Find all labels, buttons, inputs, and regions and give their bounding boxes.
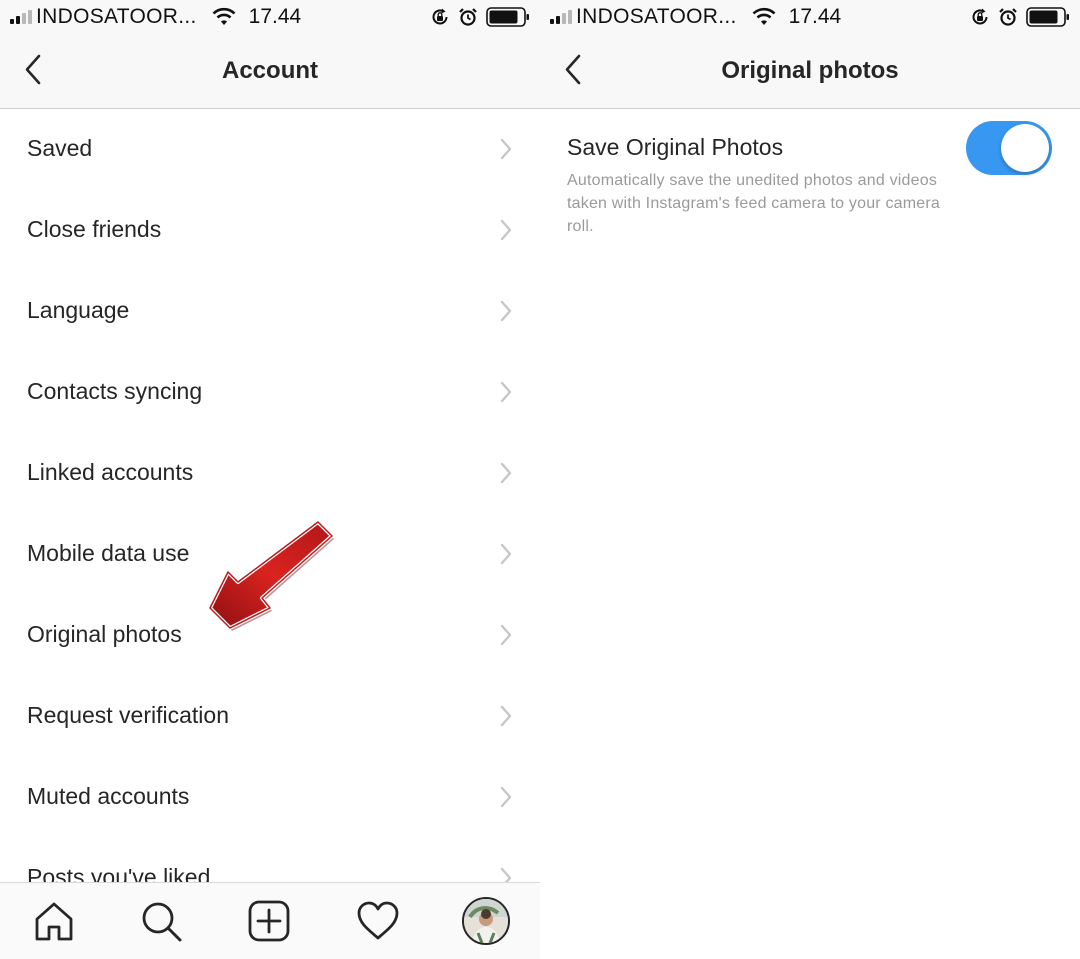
carrier-name: INDOSATOOR... bbox=[576, 5, 737, 28]
account-menu-list: Saved Close friends Language Contacts sy… bbox=[0, 109, 540, 882]
avatar-photo bbox=[464, 899, 508, 943]
menu-item-muted-accounts[interactable]: Muted accounts bbox=[0, 757, 540, 838]
setting-label: Save Original Photos bbox=[567, 134, 784, 160]
search-icon[interactable] bbox=[139, 899, 183, 943]
chevron-right-icon bbox=[500, 138, 512, 160]
chevron-right-icon bbox=[500, 219, 512, 241]
signal-icon bbox=[10, 10, 32, 24]
status-bar: INDOSATOOR... 17.44 bbox=[540, 0, 1080, 36]
profile-avatar[interactable] bbox=[462, 897, 510, 945]
carrier-name: INDOSATOOR... bbox=[36, 5, 197, 28]
menu-item-label: Language bbox=[27, 297, 130, 323]
menu-item-request-verification[interactable]: Request verification bbox=[0, 676, 540, 757]
menu-item-label: Saved bbox=[27, 135, 93, 161]
account-screen: INDOSATOOR... 17.44 Account Saved Close … bbox=[0, 0, 540, 959]
menu-item-label: Linked accounts bbox=[27, 459, 194, 485]
chevron-right-icon bbox=[500, 381, 512, 403]
menu-item-label: Original photos bbox=[27, 621, 182, 647]
battery-icon bbox=[486, 7, 529, 27]
menu-item-close-friends[interactable]: Close friends bbox=[0, 190, 540, 271]
wifi-icon bbox=[212, 7, 236, 25]
new-post-icon[interactable] bbox=[247, 899, 291, 943]
rotation-lock-icon bbox=[432, 8, 448, 25]
menu-item-label: Close friends bbox=[27, 216, 162, 242]
chevron-right-icon bbox=[500, 705, 512, 727]
toggle-knob bbox=[1001, 124, 1049, 172]
signal-icon bbox=[550, 10, 572, 24]
save-original-photos-setting: Save Original Photos Automatically save … bbox=[540, 109, 1080, 249]
setting-description: Automatically save the unedited photos a… bbox=[567, 172, 941, 235]
chevron-right-icon bbox=[500, 462, 512, 484]
original-photos-screen: INDOSATOOR... 17.44 Original photos Save… bbox=[540, 0, 1080, 959]
alarm-icon bbox=[999, 8, 1017, 26]
menu-item-label: Muted accounts bbox=[27, 783, 190, 809]
battery-icon bbox=[1026, 7, 1069, 27]
menu-item-linked-accounts[interactable]: Linked accounts bbox=[0, 433, 540, 514]
wifi-icon bbox=[752, 7, 776, 25]
menu-item-language[interactable]: Language bbox=[0, 271, 540, 352]
chevron-right-icon bbox=[500, 786, 512, 808]
navigation-bar: Account bbox=[0, 36, 540, 109]
menu-item-saved[interactable]: Saved bbox=[0, 109, 540, 190]
page-title: Account bbox=[222, 57, 318, 84]
bottom-tab-bar bbox=[0, 882, 540, 959]
chevron-right-icon bbox=[500, 300, 512, 322]
status-bar: INDOSATOOR... 17.44 bbox=[0, 0, 540, 36]
menu-item-label: Mobile data use bbox=[27, 540, 190, 566]
alarm-icon bbox=[459, 8, 477, 26]
clock: 17.44 bbox=[248, 5, 302, 28]
activity-heart-icon[interactable] bbox=[356, 899, 400, 943]
navigation-bar: Original photos bbox=[540, 36, 1080, 109]
clock: 17.44 bbox=[788, 5, 842, 28]
annotation-arrow-icon bbox=[208, 520, 334, 631]
menu-item-label: Request verification bbox=[27, 702, 229, 728]
chevron-right-icon bbox=[500, 543, 512, 565]
chevron-right-icon bbox=[500, 624, 512, 646]
save-original-photos-toggle[interactable] bbox=[966, 121, 1052, 175]
menu-item-posts-liked[interactable]: Posts you've liked bbox=[0, 838, 540, 882]
home-icon[interactable] bbox=[32, 899, 76, 943]
menu-item-label: Posts you've liked bbox=[27, 864, 211, 882]
menu-item-label: Contacts syncing bbox=[27, 378, 203, 404]
page-title: Original photos bbox=[721, 57, 899, 84]
menu-item-contacts-syncing[interactable]: Contacts syncing bbox=[0, 352, 540, 433]
rotation-lock-icon bbox=[972, 8, 988, 25]
chevron-right-icon bbox=[500, 867, 512, 882]
